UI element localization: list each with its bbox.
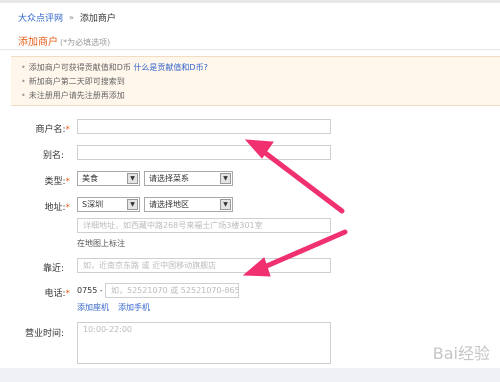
annotation-arrows (242, 139, 348, 277)
arrow-annotation-upper (261, 149, 345, 214)
arrow-head-lower (242, 257, 271, 277)
arrow-annotation-lower (259, 229, 348, 271)
